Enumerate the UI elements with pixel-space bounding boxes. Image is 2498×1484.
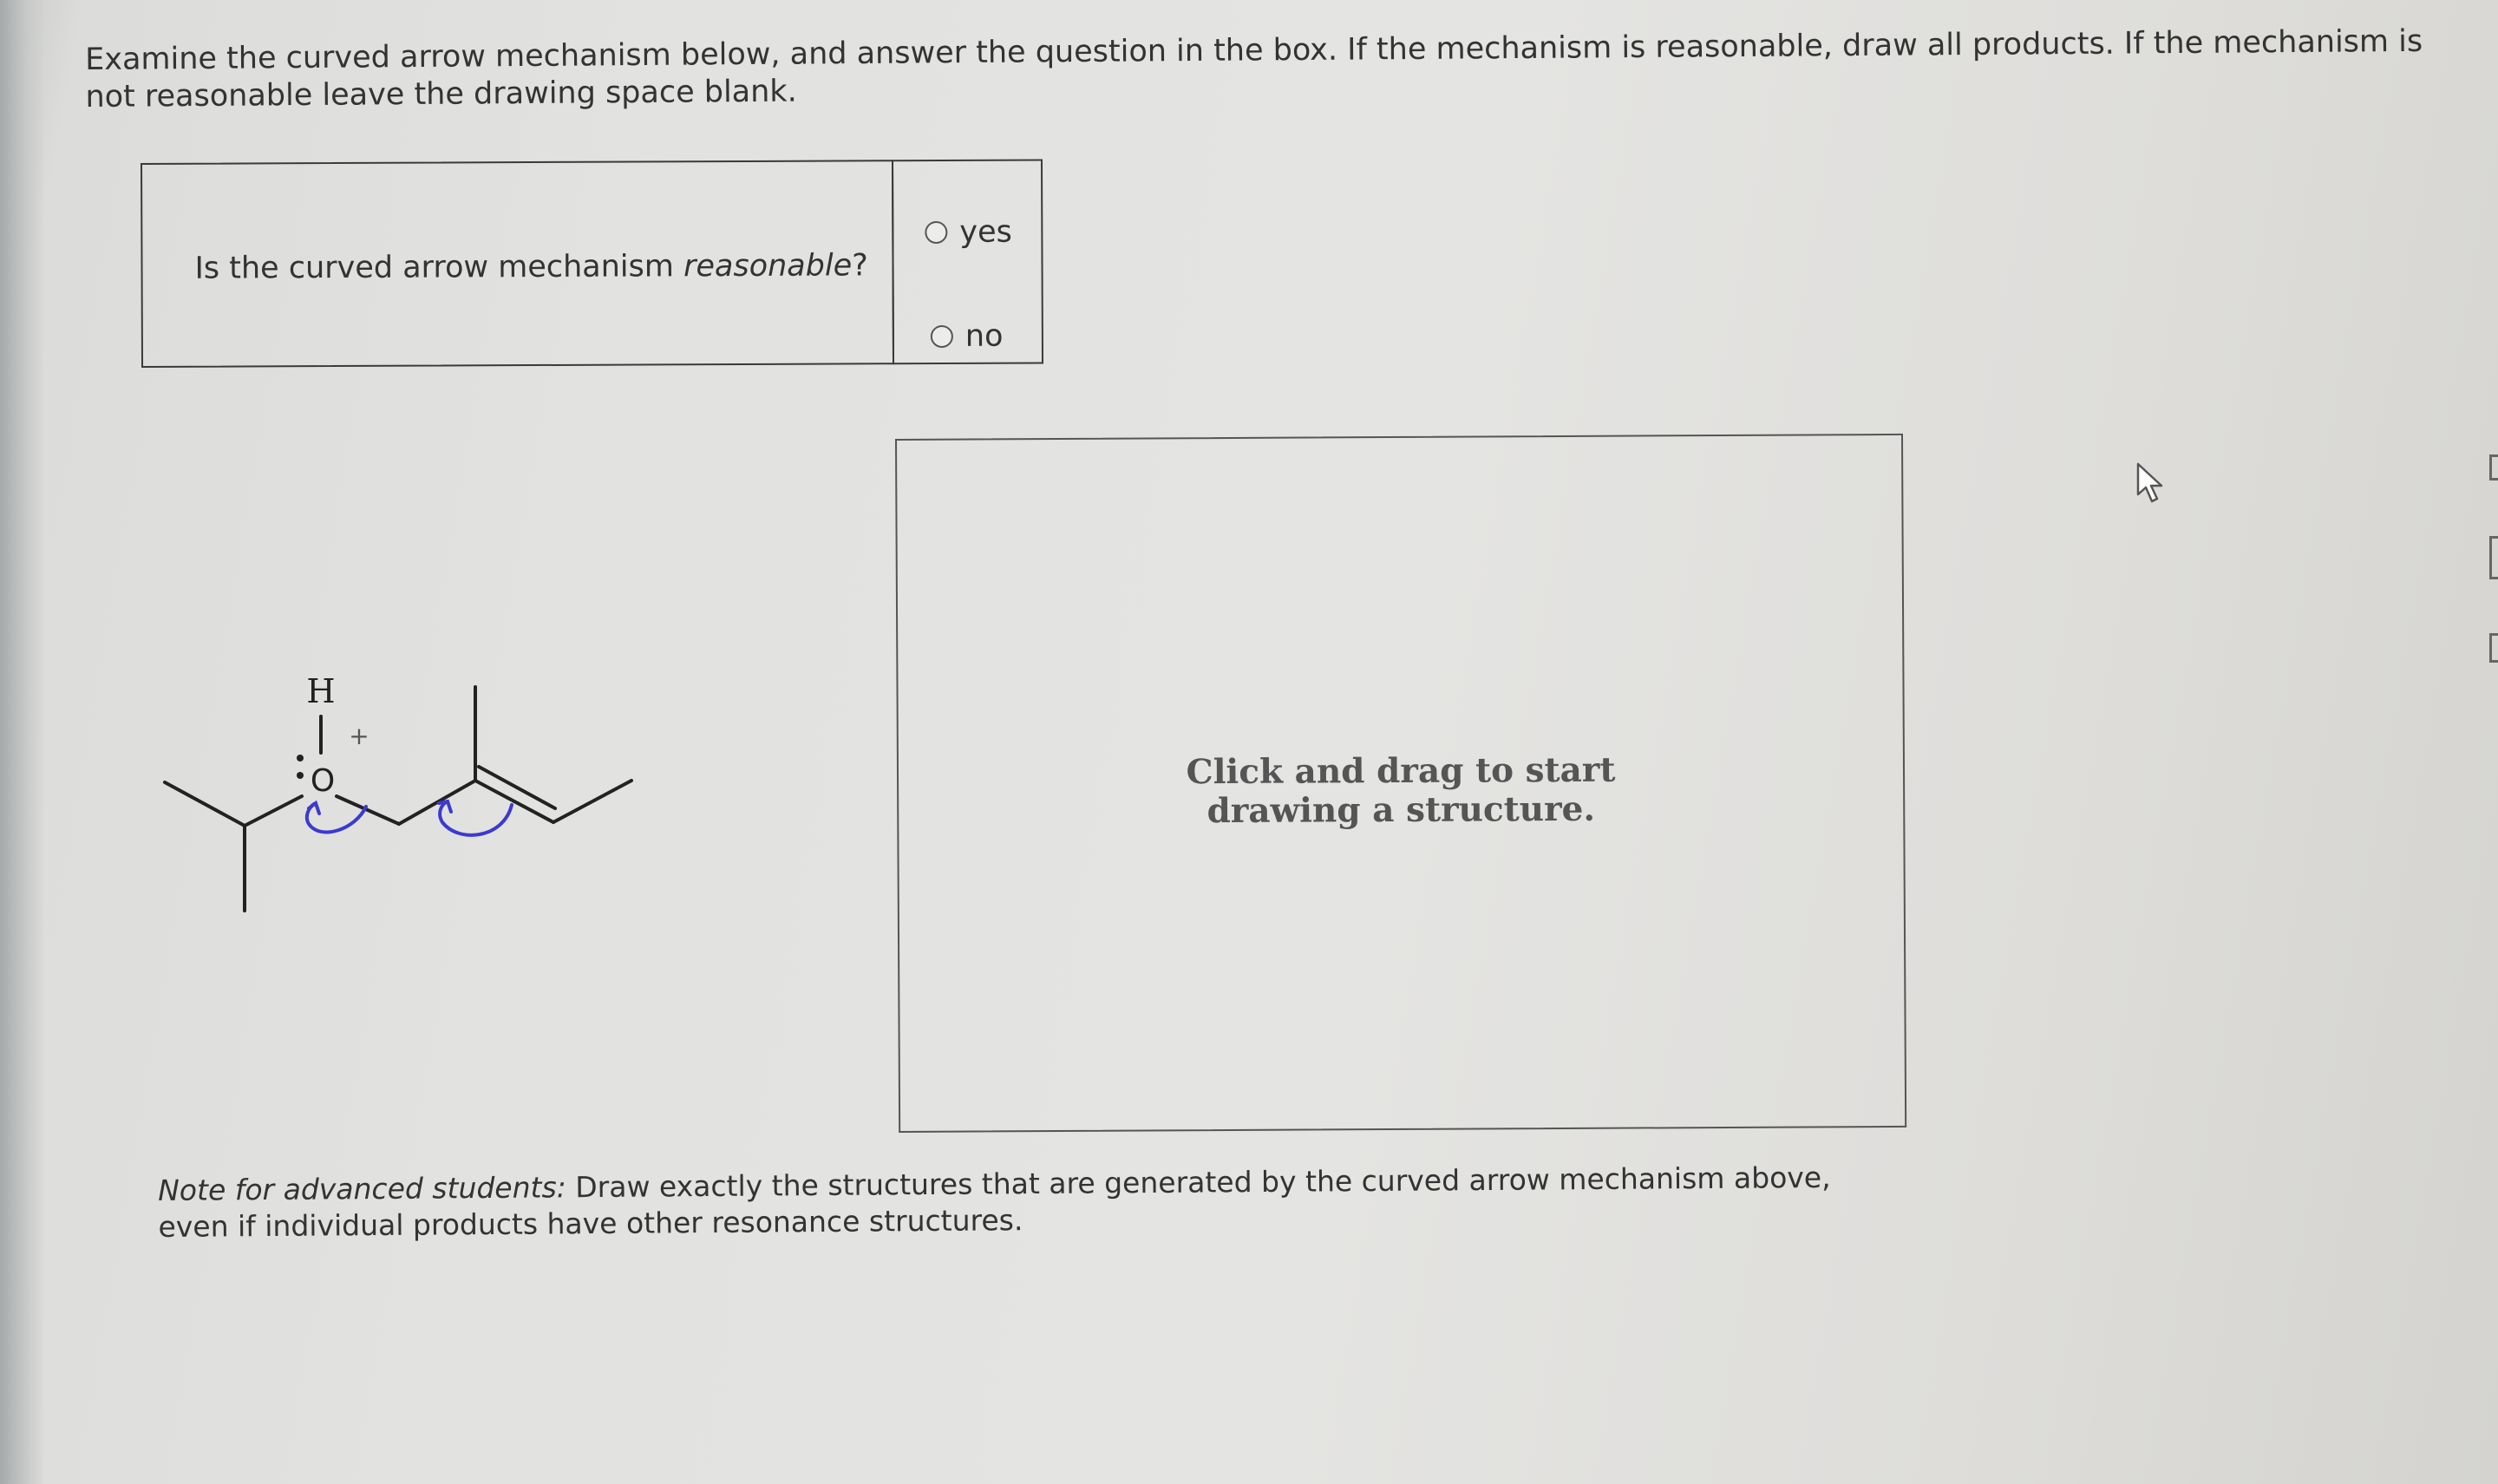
charge-label: + bbox=[349, 722, 369, 750]
advanced-note: Note for advanced students: Draw exactly… bbox=[158, 1160, 1850, 1245]
option-yes[interactable]: yes bbox=[925, 215, 1012, 250]
no-label: no bbox=[965, 318, 1004, 354]
mechanism-structure: H O + bbox=[163, 672, 633, 912]
instructions-text: Examine the curved arrow mechanism below… bbox=[85, 23, 2423, 114]
question-emphasis: reasonable bbox=[683, 248, 853, 284]
no-radio[interactable] bbox=[930, 324, 953, 349]
hydrogen-label: H bbox=[306, 672, 335, 710]
mouse-pointer-icon bbox=[2136, 462, 2163, 503]
note-label: Note for advanced students: bbox=[158, 1170, 566, 1207]
structure-drawing-canvas[interactable]: Click and drag to start drawing a struct… bbox=[895, 433, 1907, 1133]
question-text: Is the curved arrow mechanism reasonable… bbox=[194, 248, 867, 285]
left-edge-shadow bbox=[0, 0, 45, 1484]
bond-methyl-left bbox=[163, 781, 246, 827]
option-no[interactable]: no bbox=[930, 318, 1004, 354]
lone-pair-dot bbox=[297, 755, 304, 762]
lone-pair-dot bbox=[297, 772, 304, 779]
oxygen-label: O bbox=[311, 763, 335, 799]
yes-label: yes bbox=[959, 214, 1012, 250]
question-prefix: Is the curved arrow mechanism bbox=[194, 249, 684, 286]
question-table: Is the curved arrow mechanism reasonable… bbox=[141, 159, 1044, 371]
yes-radio[interactable] bbox=[925, 220, 948, 245]
answer-options: yes no bbox=[891, 159, 1044, 365]
skeleton-bonds bbox=[163, 685, 633, 912]
bond-to-carbinol bbox=[243, 794, 304, 827]
bond-o-ch2 bbox=[335, 794, 401, 826]
drawing-hint-line-2: drawing a structure. bbox=[1206, 788, 1596, 832]
edge-bracket-icon bbox=[2489, 633, 2498, 663]
question-suffix: ? bbox=[852, 248, 868, 284]
drawing-hint: Click and drag to start drawing a struct… bbox=[899, 749, 1903, 833]
bond-ch2-alkene bbox=[397, 779, 477, 826]
drawing-hint-line-1: Click and drag to start bbox=[1186, 749, 1616, 793]
bond-ethyl-end bbox=[552, 779, 633, 824]
edge-bracket-icon bbox=[2489, 454, 2498, 481]
edge-bracket-icon bbox=[2489, 536, 2498, 579]
question-cell: Is the curved arrow mechanism reasonable… bbox=[141, 160, 895, 368]
